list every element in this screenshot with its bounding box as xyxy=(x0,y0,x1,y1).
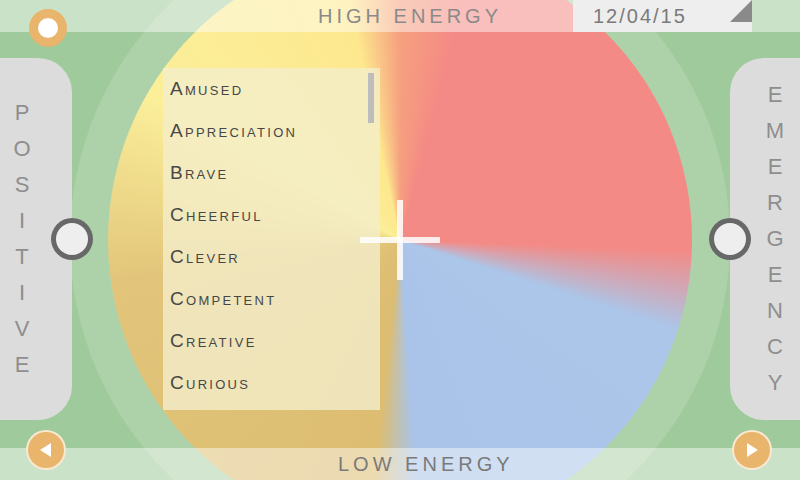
emotion-item[interactable]: Competent xyxy=(163,278,380,320)
emotion-item[interactable]: Creative xyxy=(163,320,380,362)
axis-letter: S xyxy=(15,167,30,203)
axis-letter: T xyxy=(15,239,28,275)
axis-letter: O xyxy=(13,131,30,167)
list-scrollbar-thumb[interactable] xyxy=(368,73,374,123)
emotion-item[interactable]: Curious xyxy=(163,362,380,404)
axis-letter: I xyxy=(19,275,25,311)
crosshair-vertical xyxy=(397,200,403,280)
emotion-item[interactable]: Amused xyxy=(163,68,380,110)
mood-screen: HIGH ENERGY12/04/15POSITIVEAmusedAppreci… xyxy=(0,0,800,480)
top-bar: HIGH ENERGY 12/04/15 xyxy=(0,0,800,32)
positive-axis-panel: POSITIVE xyxy=(0,58,72,420)
date-box: 12/04/15 xyxy=(573,0,752,32)
positive-slider-knob[interactable] xyxy=(51,218,93,260)
axis-letter: E xyxy=(15,347,30,383)
axis-letter: R xyxy=(767,185,783,221)
bottom-bar: LOW ENERGY xyxy=(0,448,800,480)
axis-letter: C xyxy=(767,329,783,365)
emergency-slider-knob[interactable] xyxy=(709,218,751,260)
emergency-axis-panel: EMERGENCY xyxy=(730,58,800,420)
right-arrow-icon xyxy=(743,441,761,459)
emotion-list[interactable]: AmusedAppreciationBraveCheerfulCleverCom… xyxy=(163,68,380,410)
axis-letter: E xyxy=(768,149,783,185)
axis-letter: M xyxy=(766,113,784,149)
high-energy-label: HIGH ENERGY xyxy=(318,1,502,31)
axis-letter: G xyxy=(766,221,783,257)
emotion-item[interactable]: Appreciation xyxy=(163,110,380,152)
date-text: 12/04/15 xyxy=(593,1,687,31)
emotion-item[interactable]: Clever xyxy=(163,236,380,278)
axis-letter: E xyxy=(768,77,783,113)
axis-letter: N xyxy=(767,293,783,329)
corner-fold-icon xyxy=(730,0,752,22)
axis-letter: V xyxy=(15,311,30,347)
emotion-item[interactable]: Brave xyxy=(163,152,380,194)
emotion-item[interactable]: Cheerful xyxy=(163,194,380,236)
previous-button[interactable] xyxy=(26,430,66,470)
axis-letter: P xyxy=(15,95,30,131)
next-button[interactable] xyxy=(732,430,772,470)
axis-letter: I xyxy=(19,203,25,239)
axis-letter: E xyxy=(768,257,783,293)
axis-letter: Y xyxy=(768,365,783,401)
low-energy-label: LOW ENERGY xyxy=(338,449,514,479)
left-arrow-icon xyxy=(37,441,55,459)
menu-button[interactable] xyxy=(29,9,67,47)
